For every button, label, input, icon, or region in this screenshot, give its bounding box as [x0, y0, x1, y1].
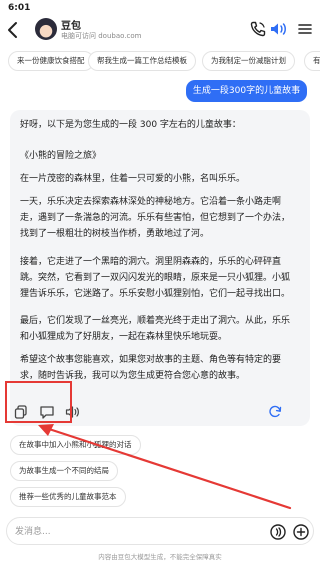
- follow-up-suggestion[interactable]: 推荐一些优秀的儿童故事范本: [10, 487, 126, 507]
- speaker-icon: [271, 23, 286, 35]
- voice-input-button[interactable]: [269, 523, 287, 541]
- phone-icon: [250, 21, 266, 37]
- suggestion-chip[interactable]: 帮我生成一篇工作总结模板: [88, 51, 196, 71]
- refresh-icon: [269, 405, 282, 418]
- suggestion-chip[interactable]: 为我制定一份减脂计划: [202, 51, 295, 71]
- story-paragraph: 最后，它们发现了一丝亮光，顺着亮光终于走出了洞穴。从此，乐乐和小狐狸成为了好朋友…: [20, 316, 291, 342]
- follow-up-suggestion[interactable]: 在故事中加入小熊和小狐狸的对话: [10, 435, 141, 455]
- menu-icon: [298, 24, 312, 34]
- attach-button[interactable]: [292, 523, 310, 541]
- follow-up-suggestion[interactable]: 为故事生成一个不同的结局: [10, 461, 118, 481]
- chat-header: 豆包 电脑可访问 doubao.com: [0, 14, 320, 46]
- suggestion-chip[interactable]: 来一份健康饮食搭配: [8, 51, 94, 71]
- story-paragraph: 一天，乐乐决定去探索森林深处的神秘地方。它沿着一条小路走啊走，遇到了一条湍急的河…: [20, 197, 291, 239]
- phone-call-button[interactable]: [249, 20, 267, 38]
- bot-name: 豆包: [61, 21, 81, 32]
- ai-response-intro: 好呀，以下是为您生成的一段 300 字左右的儿童故事：: [20, 120, 241, 130]
- story-paragraph: 在一片茂密的森林里，住着一只可爱的小熊，名叫乐乐。: [20, 174, 246, 184]
- highlight-annotation-box: [5, 381, 72, 423]
- story-closing: 希望这个故事您能喜欢，如果您对故事的主题、角色等有特定的要求，随时告诉我，我可以…: [20, 355, 282, 381]
- status-time: 6:01: [8, 3, 31, 13]
- bot-avatar[interactable]: [35, 18, 57, 40]
- bot-subtitle: 电脑可访问 doubao.com: [61, 32, 142, 40]
- plus-circle-icon: [293, 524, 309, 540]
- user-message-bubble: 生成一段300字的儿童故事: [186, 80, 307, 102]
- story-title: 《小熊的冒险之旅》: [20, 151, 102, 161]
- footer-disclaimer: 内容由豆包大模型生成，不能完全保障真实: [98, 553, 222, 561]
- speaker-toggle-button[interactable]: [268, 20, 290, 38]
- message-input-bar: [6, 517, 314, 545]
- suggestion-chips-row: 来一份健康饮食搭配 帮我生成一篇工作总结模板 为我制定一份减脂计划 有哪些: [0, 51, 320, 73]
- story-paragraph: 接着，它走进了一个黑暗的洞穴。洞里阴森森的，乐乐的心砰砰直跳。突然，它看到了一双…: [20, 257, 291, 299]
- voice-wave-icon: [270, 524, 286, 540]
- regenerate-button[interactable]: [266, 403, 284, 421]
- message-input[interactable]: [15, 524, 255, 540]
- chevron-left-icon: [8, 22, 17, 38]
- back-button[interactable]: [6, 20, 22, 42]
- suggestion-chip[interactable]: 有哪些: [304, 51, 320, 71]
- more-menu-button[interactable]: [296, 21, 314, 37]
